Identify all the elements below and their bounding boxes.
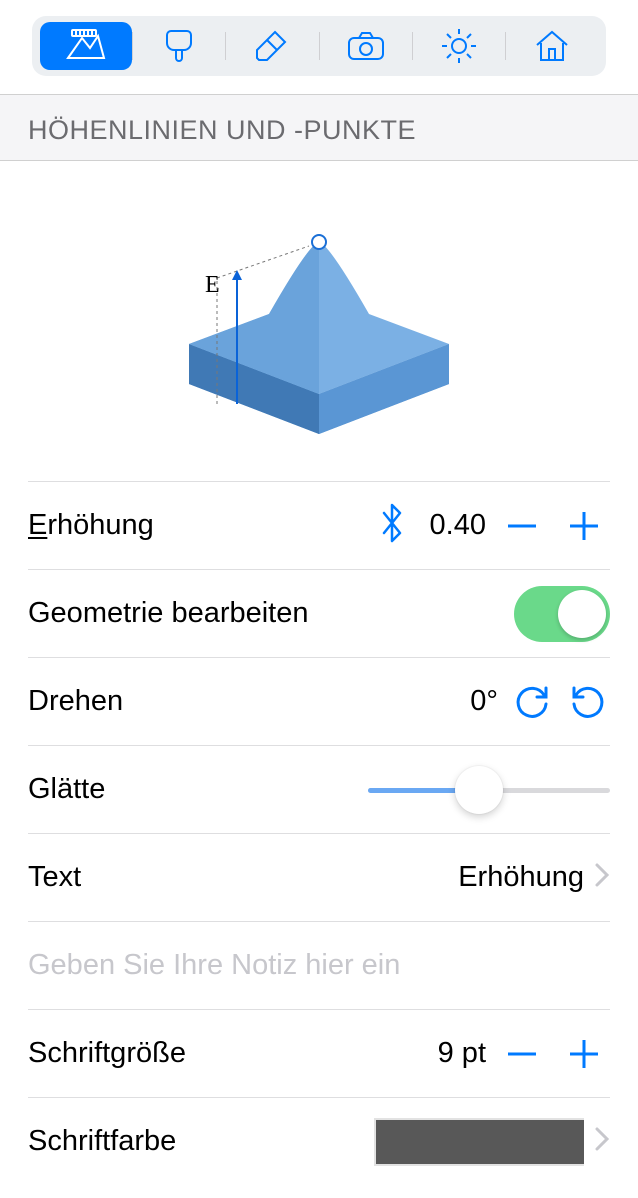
- tool-brush[interactable]: [133, 22, 225, 70]
- minus-icon: [502, 506, 542, 546]
- terrain-icon: [64, 28, 108, 64]
- fontsize-value: 9 pt: [438, 1037, 486, 1070]
- row-geometry: Geometrie bearbeiten: [28, 569, 610, 657]
- row-text[interactable]: Text Erhöhung: [28, 833, 610, 921]
- row-rotate: Drehen 0°: [28, 657, 610, 745]
- section-header: HÖHENLINIEN UND -PUNKTE: [0, 95, 638, 161]
- text-label: Text: [28, 861, 81, 894]
- terrain-svg: E: [159, 204, 479, 444]
- rotate-cw-button[interactable]: [510, 680, 554, 724]
- elevation-decrease[interactable]: [496, 500, 548, 552]
- row-fontcolor[interactable]: Schriftfarbe: [28, 1097, 610, 1185]
- fontsize-decrease[interactable]: [496, 1028, 548, 1080]
- tool-eraser[interactable]: [226, 22, 318, 70]
- eraser-icon: [253, 28, 291, 64]
- rotate-ccw-icon: [569, 683, 607, 721]
- geometry-label: Geometrie bearbeiten: [28, 597, 309, 630]
- plus-icon: [564, 1034, 604, 1074]
- bluetooth-icon[interactable]: [380, 503, 406, 548]
- tool-terrain[interactable]: [40, 22, 132, 70]
- sun-icon: [440, 27, 478, 65]
- plus-icon: [564, 506, 604, 546]
- rotate-label: Drehen: [28, 685, 123, 718]
- tool-house[interactable]: [506, 22, 598, 70]
- fontcolor-swatch[interactable]: [374, 1118, 584, 1166]
- note-input[interactable]: [28, 949, 610, 982]
- mode-toolbar: [32, 16, 606, 76]
- geometry-toggle[interactable]: [514, 586, 610, 642]
- smoothness-slider[interactable]: [368, 762, 610, 818]
- rotate-value: 0°: [470, 685, 498, 718]
- elevation-increase[interactable]: [558, 500, 610, 552]
- brush-icon: [162, 27, 196, 65]
- row-note: [28, 921, 610, 1009]
- camera-icon: [346, 30, 386, 62]
- row-elevation: Erhöhung 0.40: [28, 481, 610, 569]
- terrain-illustration: E: [0, 161, 638, 481]
- chevron-right-icon: [594, 862, 610, 893]
- fontcolor-label: Schriftfarbe: [28, 1125, 176, 1158]
- elevation-value: 0.40: [430, 509, 486, 542]
- tool-camera[interactable]: [320, 22, 412, 70]
- text-value: Erhöhung: [458, 861, 584, 894]
- rotate-cw-icon: [513, 683, 551, 721]
- fontsize-label: Schriftgröße: [28, 1037, 186, 1070]
- minus-icon: [502, 1034, 542, 1074]
- rotate-ccw-button[interactable]: [566, 680, 610, 724]
- tool-sun[interactable]: [413, 22, 505, 70]
- chevron-right-icon: [594, 1126, 610, 1157]
- row-fontsize: Schriftgröße 9 pt: [28, 1009, 610, 1097]
- toolbar-wrap: [0, 0, 638, 95]
- settings-rows: Erhöhung 0.40 Geometrie bearbeiten Drehe…: [0, 481, 638, 1185]
- illustration-e-label: E: [205, 272, 220, 298]
- fontsize-increase[interactable]: [558, 1028, 610, 1080]
- house-icon: [533, 29, 571, 63]
- elevation-label: Erhöhung: [28, 509, 154, 542]
- smooth-label: Glätte: [28, 773, 105, 806]
- row-smoothness: Glätte: [28, 745, 610, 833]
